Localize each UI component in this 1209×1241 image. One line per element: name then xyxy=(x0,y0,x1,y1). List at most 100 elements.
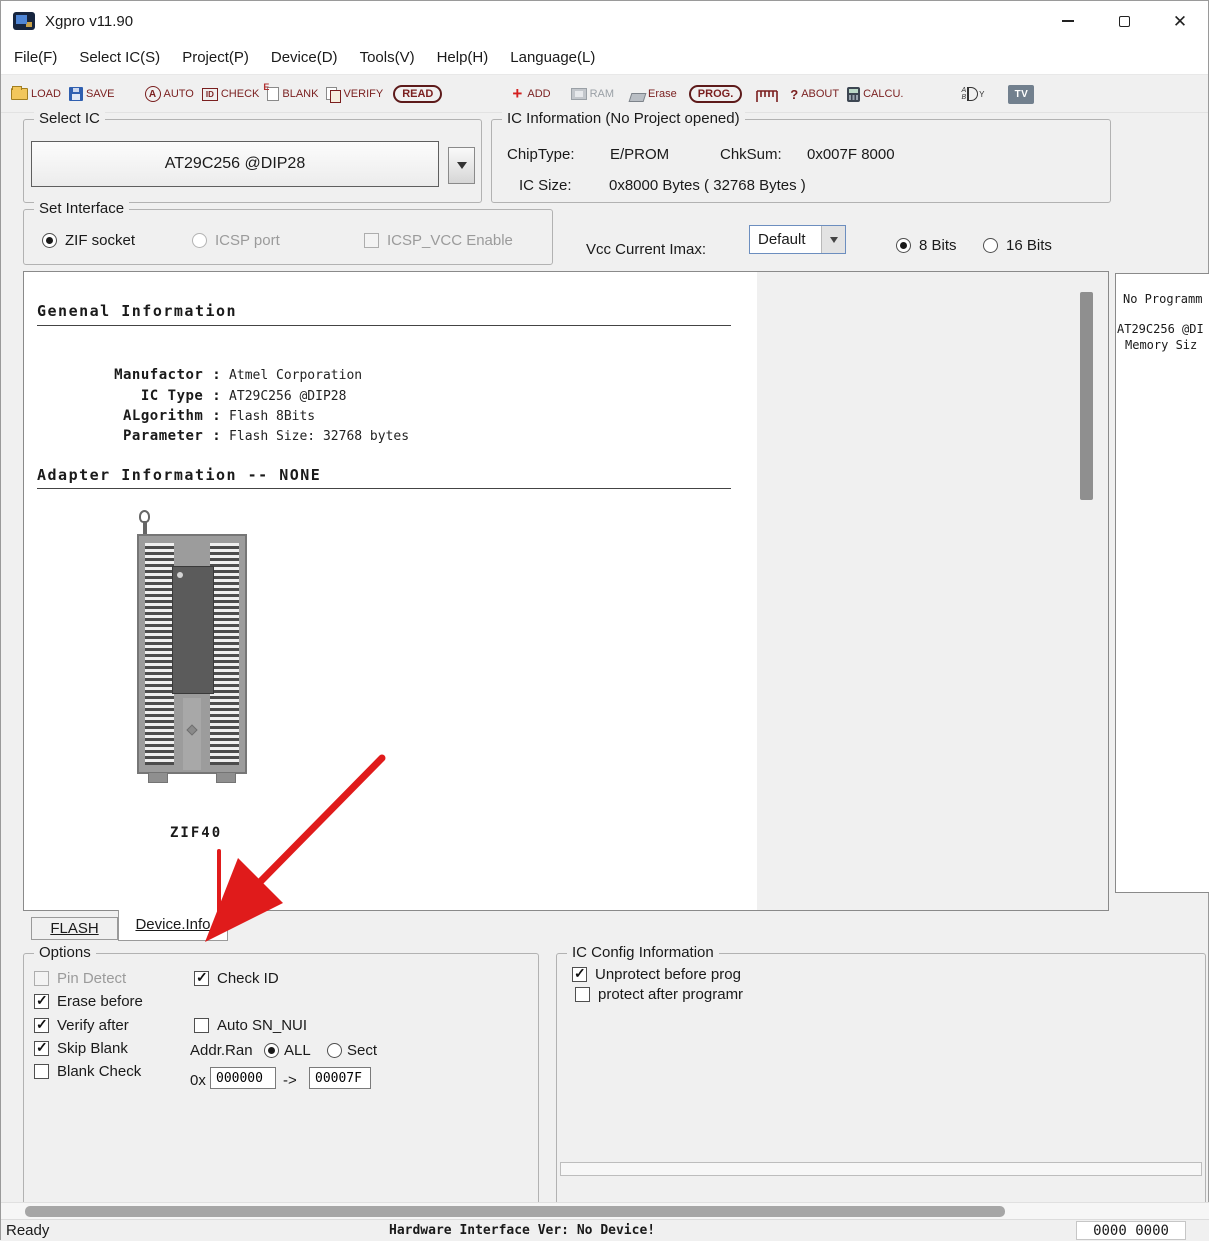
logic-test-button[interactable]: AB Y xyxy=(961,87,984,101)
close-button[interactable]: ✕ xyxy=(1152,1,1208,41)
menu-tools[interactable]: Tools(V) xyxy=(349,41,426,74)
addr-sect-radio[interactable]: Sect xyxy=(327,1042,377,1059)
verify-after-checkbox[interactable]: Verify after xyxy=(34,1017,129,1034)
device-info-pane: Genenal Information Manufactor : Atmel C… xyxy=(24,272,757,910)
auto-button[interactable]: A AUTO xyxy=(145,86,194,102)
checkbox-icon xyxy=(34,994,49,1009)
calculator-button[interactable]: CALCU. xyxy=(847,87,903,102)
icsp-vcc-checkbox: ICSP_VCC Enable xyxy=(364,232,513,249)
bits16-radio[interactable]: 16 Bits xyxy=(983,237,1052,254)
status-bar: Ready Hardware Interface Ver: No Device!… xyxy=(1,1219,1209,1241)
hex-prefix-label: 0x xyxy=(190,1072,206,1089)
menu-project[interactable]: Project(P) xyxy=(171,41,260,74)
erase-before-checkbox[interactable]: Erase before xyxy=(34,993,143,1010)
load-button[interactable]: LOAD xyxy=(11,88,61,100)
icsp-port-radio: ICSP port xyxy=(192,232,280,249)
auto-sn-checkbox[interactable]: Auto SN_NUI xyxy=(194,1017,307,1034)
prog-label: PROG. xyxy=(698,88,733,100)
verify-icon xyxy=(326,87,340,101)
checkbox-icon xyxy=(575,987,590,1002)
ram-chip-icon xyxy=(571,88,587,100)
zif-socket-graphic xyxy=(137,510,247,785)
skip-blank-label: Skip Blank xyxy=(57,1040,128,1057)
select-ic-group-title: Select IC xyxy=(34,110,105,127)
adapter-info-title: Adapter Information -- NONE xyxy=(37,466,321,484)
tab-device-info[interactable]: Device.Info xyxy=(118,910,228,941)
save-button[interactable]: SAVE xyxy=(69,87,115,101)
skip-blank-checkbox[interactable]: Skip Blank xyxy=(34,1040,128,1057)
pin-detect-checkbox: Pin Detect xyxy=(34,970,126,987)
menu-help[interactable]: Help(H) xyxy=(426,41,500,74)
device-info-scrollbar[interactable] xyxy=(1080,286,1093,896)
erase-button[interactable]: Erase xyxy=(630,87,677,102)
menu-bar: File(F) Select IC(S) Project(P) Device(D… xyxy=(1,41,1208,75)
scrollbar-thumb[interactable] xyxy=(25,1206,1005,1217)
tab-flash[interactable]: FLASH xyxy=(31,917,118,940)
unprotect-checkbox[interactable]: Unprotect before prog xyxy=(572,966,741,983)
blank-check-checkbox[interactable]: Blank Check xyxy=(34,1063,141,1080)
zif-foot-left xyxy=(148,772,168,783)
zif-socket-label: ZIF socket xyxy=(65,232,135,249)
radio-icon xyxy=(896,238,911,253)
ic-config-group-title: IC Config Information xyxy=(567,944,719,961)
load-label: LOAD xyxy=(31,88,61,100)
calculator-icon xyxy=(847,87,860,102)
addr-end-input[interactable] xyxy=(309,1067,371,1089)
ram-button: RAM xyxy=(571,88,614,100)
selected-ic-box[interactable]: AT29C256 @DIP28 xyxy=(31,141,439,187)
vcc-dropdown-button[interactable] xyxy=(821,226,845,253)
check-id-button[interactable]: ID CHECK xyxy=(202,88,260,101)
chevron-down-icon xyxy=(457,162,467,169)
ic-config-scrollbar[interactable] xyxy=(560,1162,1202,1176)
vcc-current-label: Vcc Current Imax: xyxy=(586,241,706,258)
side-line-2: AT29C256 @DI xyxy=(1117,322,1204,336)
ram-label: RAM xyxy=(590,88,614,100)
bits8-radio[interactable]: 8 Bits xyxy=(896,237,957,254)
blank-button[interactable]: BLANK xyxy=(267,87,318,101)
addr-start-input[interactable] xyxy=(210,1067,276,1089)
main-horizontal-scrollbar[interactable] xyxy=(1,1202,1209,1219)
radio-icon xyxy=(264,1043,279,1058)
minimize-button[interactable] xyxy=(1040,1,1096,41)
ic-info-group: IC Information (No Project opened) ChipT… xyxy=(491,119,1111,203)
icsp-vcc-label: ICSP_VCC Enable xyxy=(387,232,513,249)
menu-device[interactable]: Device(D) xyxy=(260,41,349,74)
divider xyxy=(37,488,731,489)
about-button[interactable]: ? ABOUT xyxy=(790,87,839,102)
chksum-value: 0x007F 8000 xyxy=(807,146,895,163)
zif-socket-radio[interactable]: ZIF socket xyxy=(42,232,135,249)
auto-sn-label: Auto SN_NUI xyxy=(217,1017,307,1034)
menu-language[interactable]: Language(L) xyxy=(499,41,606,74)
pin-detect-label: Pin Detect xyxy=(57,970,126,987)
plus-icon: + xyxy=(510,87,524,101)
status-address-box: 0000 0000 xyxy=(1076,1221,1186,1240)
programmer-status-panel: No Programm AT29C256 @DI Memory Siz xyxy=(1115,273,1209,893)
verify-after-label: Verify after xyxy=(57,1017,129,1034)
protect-checkbox[interactable]: protect after programr xyxy=(575,986,743,1003)
tv-button[interactable]: TV xyxy=(1008,85,1034,104)
check-id-checkbox[interactable]: Check ID xyxy=(194,970,279,987)
unprotect-label: Unprotect before prog xyxy=(595,966,741,983)
chksum-label: ChkSum: xyxy=(720,146,782,163)
menu-file[interactable]: File(F) xyxy=(3,41,68,74)
verify-button[interactable]: VERIFY xyxy=(326,87,383,101)
radio-icon xyxy=(983,238,998,253)
logic-input-a: A xyxy=(961,87,966,94)
maximize-button[interactable] xyxy=(1096,1,1152,41)
select-ic-dropdown-button[interactable] xyxy=(448,147,475,184)
menu-select-ic[interactable]: Select IC(S) xyxy=(68,41,171,74)
vcc-current-select[interactable]: Default xyxy=(749,225,846,254)
read-button[interactable]: READ xyxy=(393,85,442,103)
checkbox-icon xyxy=(572,967,587,982)
add-button[interactable]: + ADD xyxy=(510,87,550,101)
prog-button[interactable]: PROG. xyxy=(689,85,742,103)
ic-config-group: IC Config Information Unprotect before p… xyxy=(556,953,1206,1206)
radio-icon xyxy=(192,233,207,248)
chevron-down-icon xyxy=(830,237,838,243)
pin-test-button[interactable] xyxy=(756,86,778,103)
checkbox-icon xyxy=(34,1041,49,1056)
addr-all-radio[interactable]: ALL xyxy=(264,1042,311,1059)
floppy-save-icon xyxy=(69,87,83,101)
scrollbar-thumb[interactable] xyxy=(1080,292,1093,500)
addr-all-label: ALL xyxy=(284,1042,311,1059)
